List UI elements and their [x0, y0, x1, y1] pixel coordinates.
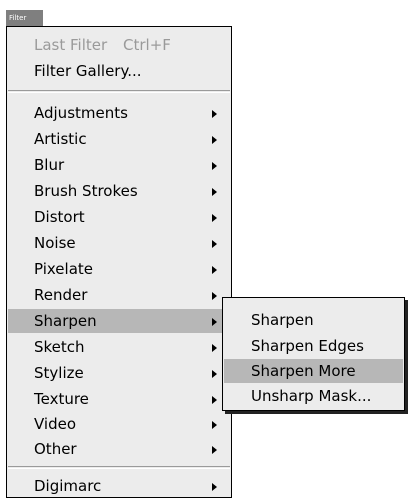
menu-item-distort[interactable]: Distort	[8, 205, 230, 229]
menu-item-digimarc[interactable]: Digimarc	[8, 474, 230, 498]
menu-item-label: Distort	[34, 208, 85, 226]
menu-item-blur[interactable]: Blur	[8, 153, 230, 177]
menu-item-label: Render	[34, 286, 88, 304]
submenu-item-unsharp-mask[interactable]: Unsharp Mask...	[224, 384, 403, 408]
menu-item-label: Adjustments	[34, 104, 128, 122]
menu-item-label: Sharpen	[34, 312, 97, 330]
filter-menu-tab[interactable]: Filter	[6, 10, 43, 26]
menu-item-adjustments[interactable]: Adjustments	[8, 101, 230, 125]
submenu-arrow-icon	[212, 483, 217, 491]
submenu-arrow-icon	[212, 136, 217, 144]
submenu-arrow-icon	[212, 370, 217, 378]
menu-item-label: Other	[34, 440, 77, 458]
menu-item-sharpen[interactable]: Sharpen	[8, 309, 230, 333]
submenu-arrow-icon	[212, 162, 217, 170]
submenu-arrow-icon	[212, 344, 217, 352]
submenu-arrow-icon	[212, 292, 217, 300]
menu-item-other[interactable]: Other	[8, 437, 230, 461]
menu-item-label: Sharpen Edges	[251, 337, 364, 355]
submenu-item-sharpen-edges[interactable]: Sharpen Edges	[224, 334, 403, 358]
submenu-arrow-icon	[212, 396, 217, 404]
submenu-arrow-icon	[212, 318, 217, 326]
menu-item-label: Digimarc	[34, 477, 102, 495]
submenu-arrow-icon	[212, 214, 217, 222]
menu-item-sketch[interactable]: Sketch	[8, 335, 230, 359]
menu-item-render[interactable]: Render	[8, 283, 230, 307]
submenu-arrow-icon	[212, 188, 217, 196]
menu-item-label: Sketch	[34, 338, 85, 356]
submenu-arrow-icon	[212, 110, 217, 118]
menu-item-label: Filter Gallery...	[34, 62, 142, 80]
menu-item-label: Artistic	[34, 130, 87, 148]
filter-menu: Last Filter Ctrl+F Filter Gallery... Adj…	[6, 26, 232, 498]
submenu-arrow-icon	[212, 446, 217, 454]
menu-item-label: Unsharp Mask...	[251, 387, 372, 405]
submenu-item-sharpen-more[interactable]: Sharpen More	[224, 359, 403, 383]
menu-separator	[8, 466, 230, 469]
submenu-arrow-icon	[212, 266, 217, 274]
menu-item-texture[interactable]: Texture	[8, 387, 230, 411]
menu-item-video[interactable]: Video	[8, 412, 230, 436]
menu-item-artistic[interactable]: Artistic	[8, 127, 230, 151]
menu-item-label: Sharpen More	[251, 362, 356, 380]
menu-item-label: Sharpen	[251, 311, 314, 329]
menu-item-label: Last Filter	[34, 36, 108, 54]
menu-item-label: Texture	[34, 390, 89, 408]
submenu-item-sharpen[interactable]: Sharpen	[224, 308, 403, 332]
menu-separator	[8, 90, 230, 93]
menu-item-stylize[interactable]: Stylize	[8, 361, 230, 385]
menu-item-label: Pixelate	[34, 260, 93, 278]
menu-item-label: Stylize	[34, 364, 84, 382]
menu-item-brush-strokes[interactable]: Brush Strokes	[8, 179, 230, 203]
menu-item-label: Brush Strokes	[34, 182, 138, 200]
menu-item-filter-gallery[interactable]: Filter Gallery...	[8, 59, 230, 83]
sharpen-submenu: Sharpen Sharpen Edges Sharpen More Unsha…	[222, 297, 405, 411]
menu-item-noise[interactable]: Noise	[8, 231, 230, 255]
menu-item-last-filter: Last Filter Ctrl+F	[8, 33, 230, 57]
menu-item-pixelate[interactable]: Pixelate	[8, 257, 230, 281]
submenu-arrow-icon	[212, 240, 217, 248]
menu-item-label: Blur	[34, 156, 65, 174]
menu-item-label: Noise	[34, 234, 76, 252]
submenu-arrow-icon	[212, 421, 217, 429]
menu-item-shortcut: Ctrl+F	[123, 36, 171, 54]
menu-item-label: Video	[34, 415, 77, 433]
